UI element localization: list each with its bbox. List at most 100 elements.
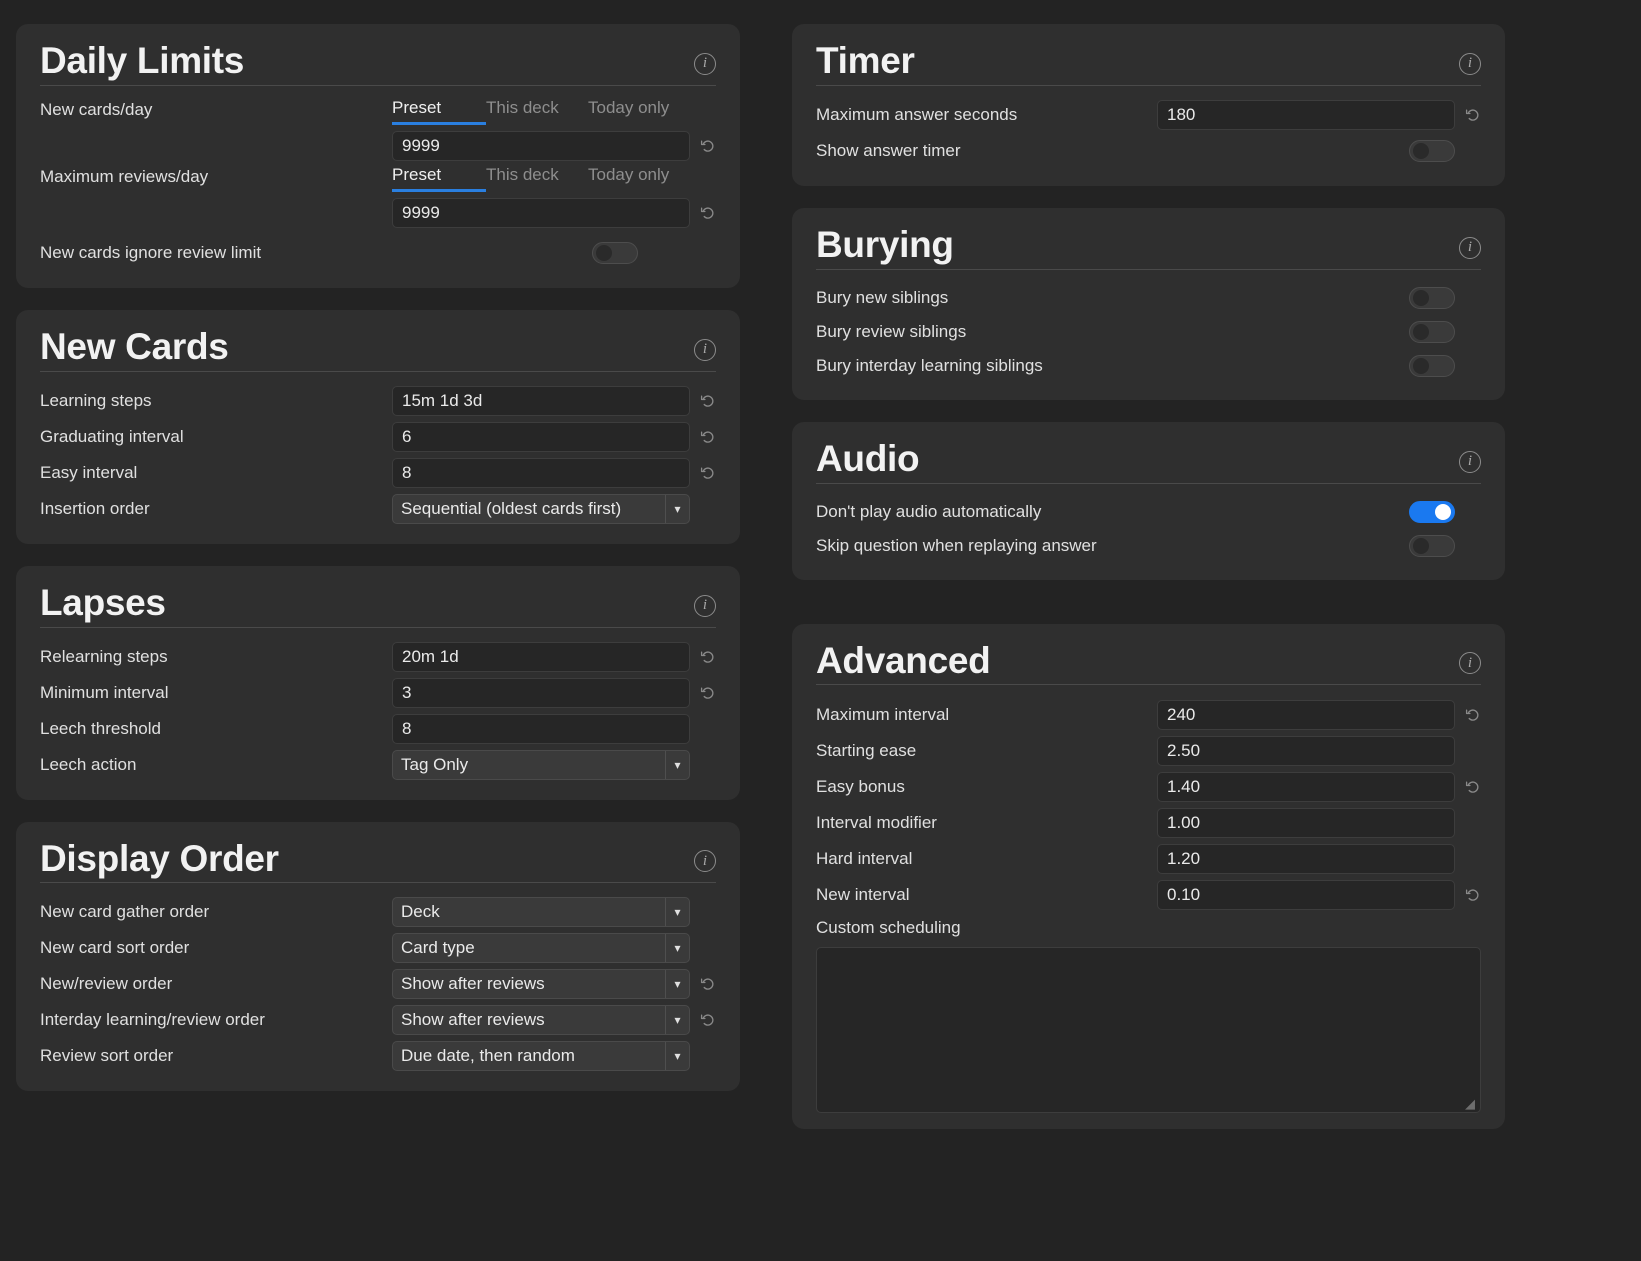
row-label: Easy bonus <box>816 777 905 797</box>
info-icon[interactable]: i <box>1459 652 1481 675</box>
toggle-bury-new-siblings[interactable] <box>1409 286 1455 309</box>
row-label: Show answer timer <box>816 140 961 160</box>
info-icon[interactable]: i <box>1459 450 1481 473</box>
maximum-answer-seconds-input[interactable] <box>1157 99 1455 130</box>
row-review-sort-order: Review sort order Due date, then random … <box>40 1039 716 1073</box>
toggle-bury-review-siblings[interactable] <box>1409 320 1455 343</box>
input-wrap <box>1157 772 1455 803</box>
easy-bonus-input[interactable] <box>1157 772 1455 803</box>
row-label: Easy interval <box>40 462 138 482</box>
reset-revert-icon[interactable] <box>700 204 716 222</box>
minimum-interval-input[interactable] <box>392 677 690 708</box>
toggle-skip-question-when-replaying-answer[interactable] <box>1409 534 1455 557</box>
custom-scheduling-textarea[interactable]: ◢ <box>816 947 1481 1114</box>
row-label: Leech action <box>40 754 137 774</box>
reset-revert-icon[interactable] <box>1465 706 1481 724</box>
leech-action-select[interactable]: Tag Only ▾ <box>392 749 690 780</box>
row-label: Bury new siblings <box>816 287 949 307</box>
page-title-daily-limits: Daily Limits <box>40 40 245 81</box>
input-wrap <box>392 457 690 488</box>
reset-revert-icon[interactable] <box>700 392 716 410</box>
card-lapses: Lapses i Relearning steps Minimum interv… <box>16 565 740 800</box>
tab-this-deck[interactable]: This deck <box>486 98 588 125</box>
toggle-wrap <box>408 241 716 264</box>
new-cards-per-day-input[interactable] <box>392 130 690 161</box>
easy-interval-input[interactable] <box>392 457 690 488</box>
row-new-interval: New interval <box>816 877 1481 913</box>
new-review-order-select[interactable]: Show after reviews ▾ <box>392 969 690 1000</box>
row-label: Skip question when replaying answer <box>816 535 1097 555</box>
input-wrap <box>1157 808 1455 839</box>
reset-placeholder <box>1465 814 1481 832</box>
leech-threshold-input[interactable] <box>392 713 690 744</box>
select-value: Due date, then random <box>401 1046 575 1066</box>
info-icon[interactable]: i <box>1459 52 1481 75</box>
new-cards-limit-tabs: Preset This deck Today only <box>392 98 690 125</box>
reset-revert-icon[interactable] <box>700 464 716 482</box>
graduating-interval-input[interactable] <box>392 421 690 452</box>
advanced-header: Advanced i <box>816 641 1481 686</box>
reset-revert-icon[interactable] <box>700 1011 716 1029</box>
relearning-steps-input[interactable] <box>392 641 690 672</box>
reset-revert-icon[interactable] <box>700 648 716 666</box>
card-daily-limits: Daily Limits i New cards/day Preset This… <box>16 24 740 288</box>
reset-revert-icon[interactable] <box>1465 106 1481 124</box>
info-icon[interactable]: i <box>1459 236 1481 259</box>
interval-modifier-input[interactable] <box>1157 808 1455 839</box>
control-wrap: Show after reviews ▾ <box>392 1005 716 1036</box>
right-column: Timer i Maximum answer seconds Show answ… <box>792 24 1505 1151</box>
page-title-lapses: Lapses <box>40 581 166 623</box>
max-reviews-input-wrap <box>392 197 690 228</box>
row-dont-play-audio-automatically: Don't play audio automatically <box>816 496 1481 528</box>
resize-grip-icon[interactable]: ◢ <box>1465 1097 1477 1110</box>
review-sort-order-select[interactable]: Due date, then random ▾ <box>392 1041 690 1072</box>
maximum-interval-input[interactable] <box>1157 700 1455 731</box>
audio-header: Audio i <box>816 439 1481 484</box>
reset-revert-icon[interactable] <box>700 137 716 155</box>
control-wrap <box>1157 808 1481 839</box>
tab-preset[interactable]: Preset <box>392 98 486 125</box>
tab-preset[interactable]: Preset <box>392 165 486 192</box>
starting-ease-input[interactable] <box>1157 736 1455 767</box>
new-card-sort-order-select[interactable]: Card type ▾ <box>392 933 690 964</box>
card-timer: Timer i Maximum answer seconds Show answ… <box>792 24 1505 186</box>
reset-revert-icon[interactable] <box>1465 778 1481 796</box>
input-wrap <box>392 385 690 416</box>
info-icon[interactable]: i <box>694 52 716 75</box>
info-icon[interactable]: i <box>694 338 716 361</box>
hard-interval-input[interactable] <box>1157 844 1455 875</box>
select-wrap: Due date, then random ▾ <box>392 1041 690 1072</box>
insertion-order-select[interactable]: Sequential (oldest cards first) ▾ <box>392 493 690 524</box>
reset-revert-icon[interactable] <box>700 684 716 702</box>
control-wrap <box>1157 500 1481 523</box>
new-interval-input[interactable] <box>1157 880 1455 911</box>
toggle-show-answer-timer[interactable] <box>1409 139 1455 162</box>
toggle-new-cards-ignore-review-limit[interactable] <box>592 241 638 264</box>
row-label: Bury review siblings <box>816 321 967 341</box>
info-icon[interactable]: i <box>694 850 716 873</box>
chevron-down-icon: ▾ <box>665 750 689 779</box>
info-icon[interactable]: i <box>694 594 716 617</box>
tab-this-deck[interactable]: This deck <box>486 165 588 192</box>
chevron-down-icon: ▾ <box>665 1006 689 1035</box>
control-wrap: Show after reviews ▾ <box>392 969 716 1000</box>
row-interval-modifier: Interval modifier <box>816 805 1481 841</box>
learning-steps-input[interactable] <box>392 385 690 416</box>
reset-placeholder <box>1465 742 1481 760</box>
toggle-bury-interday-learning-siblings[interactable] <box>1409 354 1455 377</box>
toggle-dont-play-audio-automatically[interactable] <box>1409 500 1455 523</box>
interday-learning-review-order-select[interactable]: Show after reviews ▾ <box>392 1005 690 1036</box>
chevron-down-icon: ▾ <box>665 898 689 927</box>
display-order-header: Display Order i <box>40 839 716 884</box>
reset-revert-icon[interactable] <box>1465 886 1481 904</box>
reset-revert-icon[interactable] <box>700 975 716 993</box>
new-card-gather-order-select[interactable]: Deck ▾ <box>392 897 690 928</box>
new-cards-limit-block: Preset This deck Today only <box>392 98 716 161</box>
reset-revert-icon[interactable] <box>700 428 716 446</box>
maximum-reviews-per-day-input[interactable] <box>392 197 690 228</box>
control-wrap <box>392 421 716 452</box>
tab-today-only[interactable]: Today only <box>588 165 690 192</box>
tab-today-only[interactable]: Today only <box>588 98 690 125</box>
row-easy-interval: Easy interval <box>40 456 716 490</box>
row-maximum-interval: Maximum interval <box>816 697 1481 733</box>
